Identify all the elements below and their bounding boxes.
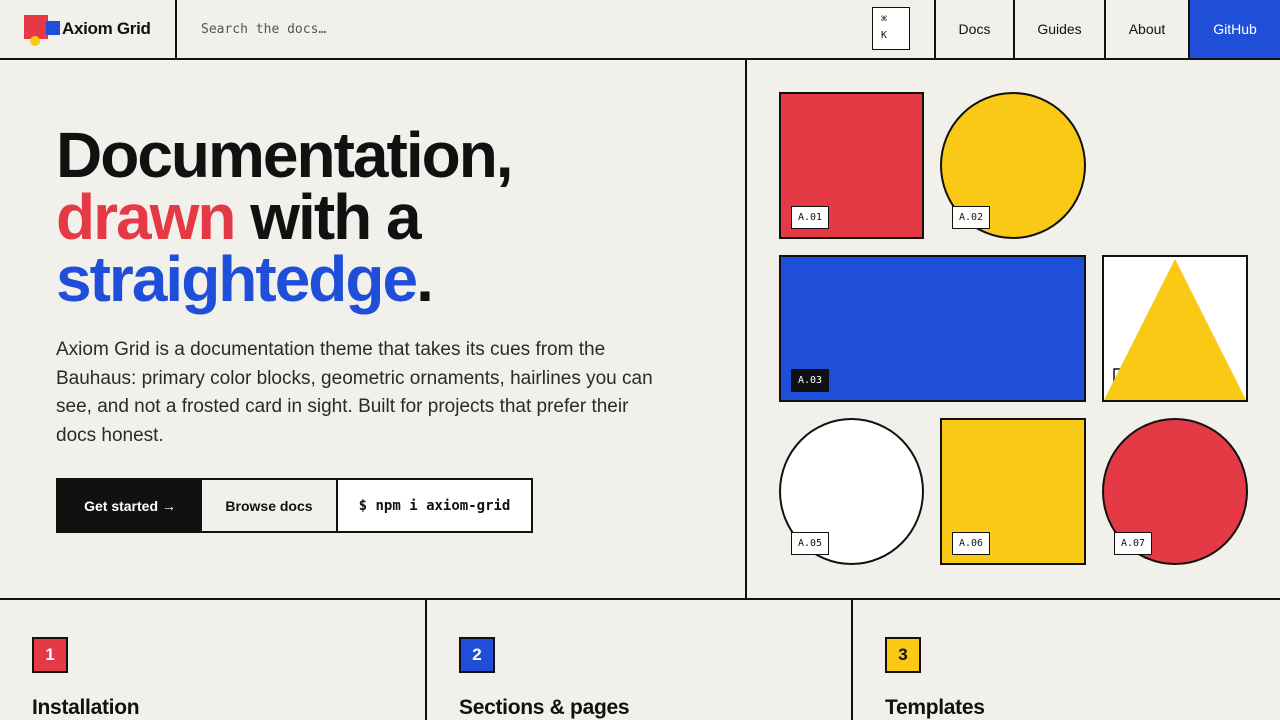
card-title: Templates [885,696,985,719]
hero-line-3: straightedge. [56,247,512,311]
red-circle-shape: A.07 [1102,418,1248,565]
card-number-badge: 3 [885,637,921,673]
nav-about[interactable]: About [1106,0,1190,58]
main-nav: Docs Guides About GitHub [936,0,1280,58]
card-templates[interactable]: 3 Templates [853,600,1280,720]
hero-word-straightedge: straightedge [56,243,418,315]
yellow-square-shape: A.06 [940,418,1086,565]
search-shortcut-hint: ⌘ K [872,7,910,50]
command-key-icon: ⌘ [881,14,888,25]
brand-name: Axiom Grid [62,19,151,38]
nav-github[interactable]: GitHub [1190,0,1280,58]
hero-heading: Documentation, drawn with a straightedge… [56,119,514,311]
hero-line-1: Documentation, [56,119,514,191]
yellow-triangle-shape [1102,255,1248,402]
card-number-badge: 2 [459,637,495,673]
card-title: Installation [32,696,140,719]
shape-tag-a05: A.05 [791,532,830,555]
card-sections-pages[interactable]: 2 Sections & pages [427,600,853,720]
shape-tag-a01: A.01 [791,206,830,229]
nav-docs[interactable]: Docs [936,0,1015,58]
hero-section: Documentation, drawn with a straightedge… [0,60,747,598]
brand-home-link[interactable]: Axiom Grid [0,0,177,58]
top-bar: Axiom Grid Search the docs… ⌘ K Docs Gui… [0,0,1280,60]
axiom-logo-icon [24,15,62,46]
nav-guides[interactable]: Guides [1015,0,1106,58]
search-input[interactable]: Search the docs… ⌘ K [177,0,936,58]
npm-install-command[interactable]: $ npm i axiom-grid [338,480,531,531]
shortcut-key: K [881,30,888,41]
shape-tag-a07: A.07 [1114,532,1153,555]
shape-grid: A.01 A.02 A.03 A.05 A.06 A.07 [749,60,1280,598]
shape-tag-a02: A.02 [952,206,991,229]
browse-docs-button[interactable]: Browse docs [202,480,338,531]
card-title: Sections & pages [459,696,630,719]
blue-rectangle-shape: A.03 [779,255,1086,402]
hero-description: Axiom Grid is a documentation theme that… [56,339,653,446]
hero-actions: Get started → Browse docs $ npm i axiom-… [56,478,533,533]
hero-period: . [416,243,434,315]
get-started-button[interactable]: Get started → [58,480,202,531]
yellow-circle-shape: A.02 [940,92,1086,239]
card-number-badge: 1 [32,637,68,673]
hero-line-2: drawn with a [56,185,512,249]
triangle-icon [1104,259,1246,400]
card-installation[interactable]: 1 Installation [0,600,427,720]
search-placeholder: Search the docs… [201,21,327,37]
shape-tag-a06: A.06 [952,532,991,555]
feature-cards: 1 Installation 2 Sections & pages 3 Temp… [0,598,1280,720]
shape-tag-a03: A.03 [791,369,830,392]
white-circle-shape: A.05 [779,418,924,565]
red-square-shape: A.01 [779,92,924,239]
